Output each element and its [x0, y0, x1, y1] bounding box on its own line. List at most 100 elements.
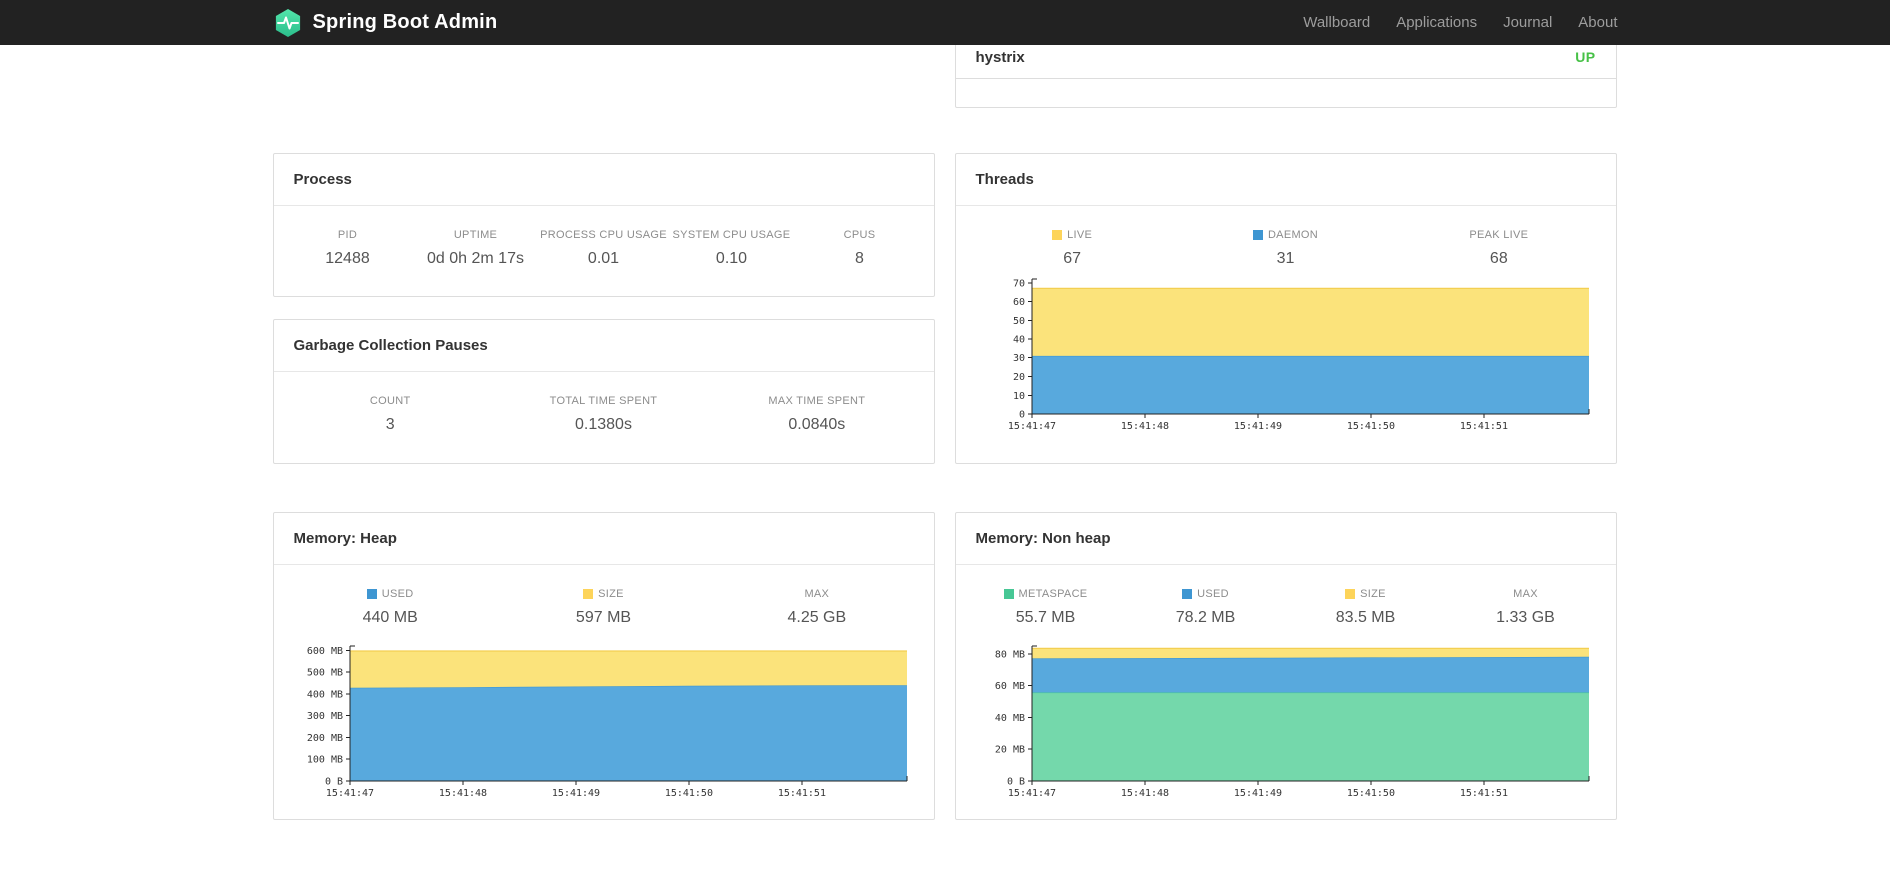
memory-heap-panel: Memory: Heap USED 440 MB SIZE 597 MB MAX…	[272, 512, 935, 820]
metric-uptime: UPTIME 0d 0h 2m 17s	[412, 228, 540, 269]
metric-label: PROCESS CPU USAGE	[540, 229, 667, 241]
memory-heap-panel-title: Memory: Heap	[273, 513, 934, 565]
brand[interactable]: Spring Boot Admin	[273, 8, 498, 38]
legend-swatch-blue	[1182, 589, 1193, 599]
metric-label: MAX TIME SPENT	[768, 395, 866, 407]
legend-label-text: DAEMON	[1267, 229, 1319, 241]
heap-legend-row: USED 440 MB SIZE 597 MB MAX 4.25 GB	[274, 565, 934, 628]
svg-text:15:41:51: 15:41:51	[1459, 421, 1507, 432]
gc-panel: Garbage Collection Pauses COUNT 3 TOTAL …	[272, 319, 935, 464]
metric-value: 8	[855, 250, 864, 267]
status-badge: UP	[1575, 49, 1596, 65]
legend-label-text: METASPACE	[1018, 588, 1088, 600]
svg-text:15:41:48: 15:41:48	[438, 788, 486, 799]
legend-label: LIVE	[966, 228, 1179, 242]
legend-label-text: LIVE	[1067, 229, 1093, 241]
svg-text:15:41:49: 15:41:49	[551, 788, 599, 799]
legend-value: 440 MB	[362, 609, 418, 626]
legend-item-used: USED 78.2 MB	[1126, 587, 1286, 628]
nonheap-legend-row: METASPACE 55.7 MB USED 78.2 MB SIZE 83.5…	[956, 565, 1616, 628]
legend-item-size: SIZE 597 MB	[497, 587, 710, 628]
legend-value: 1.33 GB	[1496, 609, 1555, 626]
legend-label-text: SIZE	[598, 588, 624, 600]
metric-gc-max-time: MAX TIME SPENT 0.0840s	[710, 394, 923, 435]
svg-text:10: 10	[1012, 391, 1024, 402]
legend-value: 597 MB	[575, 609, 632, 626]
metric-pid: PID 12488	[284, 228, 412, 269]
svg-text:60 MB: 60 MB	[994, 681, 1024, 692]
nav-links: Wallboard Applications Journal About	[1303, 14, 1617, 31]
metric-gc-count: COUNT 3	[284, 394, 497, 435]
legend-label-text: MAX	[1513, 588, 1538, 600]
svg-text:100 MB: 100 MB	[306, 755, 342, 766]
legend-swatch-yellow	[1052, 230, 1063, 240]
gc-panel-title: Garbage Collection Pauses	[273, 320, 934, 372]
legend-value: 68	[1489, 250, 1508, 267]
threads-panel: Threads LIVE 67 DAEMON 31 PEAK LIVE 68 0…	[954, 153, 1617, 464]
legend-label-text: SIZE	[1360, 588, 1386, 600]
legend-label-text: MAX	[804, 588, 830, 600]
metric-value: 3	[385, 416, 395, 433]
svg-text:30: 30	[1012, 353, 1024, 364]
svg-text:40 MB: 40 MB	[994, 713, 1024, 724]
metric-label: TOTAL TIME SPENT	[549, 395, 658, 407]
legend-label: MAX	[710, 587, 923, 601]
metric-system-cpu-usage: SYSTEM CPU USAGE 0.10	[668, 228, 796, 269]
nav-link-applications[interactable]: Applications	[1396, 14, 1477, 31]
svg-text:15:41:47: 15:41:47	[325, 788, 373, 799]
legend-value: 78.2 MB	[1175, 609, 1236, 626]
legend-label-text: USED	[381, 588, 414, 600]
svg-text:40: 40	[1012, 335, 1024, 346]
metric-gc-total-time: TOTAL TIME SPENT 0.1380s	[497, 394, 710, 435]
metric-label: PID	[337, 229, 358, 241]
svg-text:15:41:49: 15:41:49	[1233, 788, 1281, 799]
navbar-inner: Spring Boot Admin Wallboard Applications…	[273, 0, 1618, 45]
svg-text:400 MB: 400 MB	[306, 689, 342, 700]
threads-chart: 0 10 20 30 40 50 60 70 15:41:47 15:41:48 15:41:49 1…	[970, 273, 1616, 441]
metric-label: SYSTEM CPU USAGE	[672, 229, 791, 241]
process-panel: Process PID 12488 UPTIME 0d 0h 2m 17s PR…	[272, 153, 935, 297]
legend-swatch-blue	[366, 589, 377, 599]
legend-label: USED	[284, 587, 497, 601]
svg-text:15:41:48: 15:41:48	[1120, 421, 1168, 432]
svg-text:0 B: 0 B	[324, 777, 342, 788]
legend-value: 31	[1276, 250, 1295, 267]
legend-item-max: MAX 1.33 GB	[1446, 587, 1606, 628]
svg-text:15:41:47: 15:41:47	[1007, 421, 1055, 432]
metric-value: 0.01	[587, 250, 620, 267]
svg-text:0 B: 0 B	[1006, 777, 1024, 788]
right-column: hystrix UP Threads LIVE 67 DAEMON 31 PEA…	[954, 35, 1617, 820]
svg-text:300 MB: 300 MB	[306, 711, 342, 722]
legend-value: 55.7 MB	[1015, 609, 1076, 626]
legend-item-metaspace: METASPACE 55.7 MB	[966, 587, 1126, 628]
legend-label: DAEMON	[1179, 228, 1392, 242]
legend-label: USED	[1126, 587, 1286, 601]
svg-text:60: 60	[1012, 297, 1024, 308]
svg-text:500 MB: 500 MB	[306, 668, 342, 679]
nav-link-about[interactable]: About	[1578, 14, 1617, 31]
nav-link-journal[interactable]: Journal	[1503, 14, 1552, 31]
application-name[interactable]: hystrix	[976, 49, 1025, 66]
memory-nonheap-panel-title: Memory: Non heap	[955, 513, 1616, 565]
legend-value: 83.5 MB	[1335, 609, 1396, 626]
svg-text:15:41:48: 15:41:48	[1120, 788, 1168, 799]
brand-title: Spring Boot Admin	[312, 11, 498, 33]
nav-link-wallboard[interactable]: Wallboard	[1303, 14, 1370, 31]
metric-value: 0.1380s	[575, 416, 632, 433]
applications-status-panel: hystrix UP	[954, 35, 1617, 108]
metric-cpus: CPUS 8	[796, 228, 924, 269]
legend-swatch-yellow	[583, 589, 594, 599]
metric-value: 0.0840s	[788, 416, 846, 433]
process-panel-title: Process	[273, 154, 934, 206]
svg-text:15:41:49: 15:41:49	[1233, 421, 1281, 432]
legend-value: 4.25 GB	[787, 609, 847, 626]
metric-label: CPUS	[843, 229, 876, 241]
svg-text:50: 50	[1012, 316, 1024, 327]
threads-panel-title: Threads	[955, 154, 1616, 206]
legend-swatch-yellow	[1345, 589, 1356, 599]
legend-label: PEAK LIVE	[1392, 228, 1605, 242]
metric-label: UPTIME	[453, 229, 498, 241]
legend-label: METASPACE	[966, 587, 1126, 601]
legend-item-size: SIZE 83.5 MB	[1286, 587, 1446, 628]
metric-value: 0.10	[715, 250, 748, 267]
